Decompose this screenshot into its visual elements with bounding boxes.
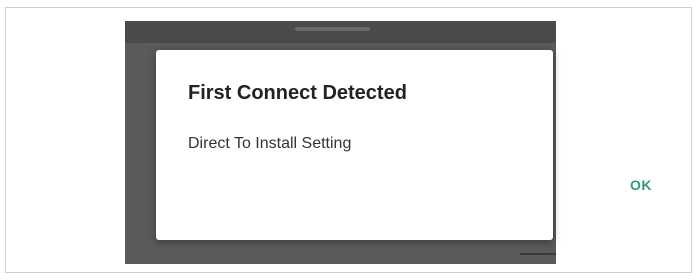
backdrop-header bbox=[125, 21, 556, 43]
backdrop-divider bbox=[520, 253, 556, 255]
backdrop-header-text bbox=[295, 27, 370, 31]
alert-dialog: First Connect Detected Direct To Install… bbox=[156, 50, 553, 240]
dialog-title: First Connect Detected bbox=[188, 82, 407, 104]
dialog-message: Direct To Install Setting bbox=[188, 135, 352, 152]
ok-button[interactable]: OK bbox=[626, 173, 656, 197]
